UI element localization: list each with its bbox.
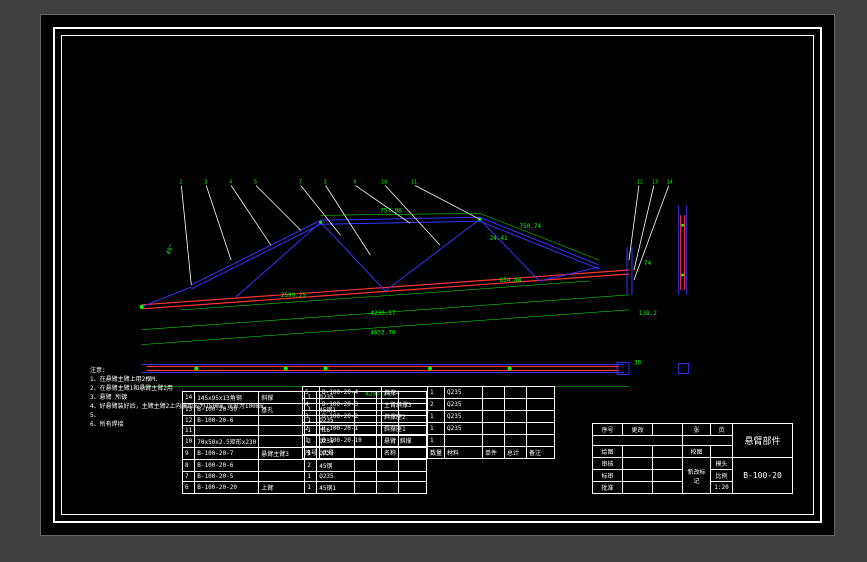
drawing-border-inner: 2 3 4 5 7 3 9 10 11 12 13 14 757.96 750.… bbox=[61, 35, 814, 515]
dim-mid1: 2599.25 bbox=[281, 292, 307, 299]
dim-h2: 74 bbox=[644, 260, 652, 267]
svg-text:3: 3 bbox=[204, 179, 207, 185]
dim-mid3: 4230.57 bbox=[370, 310, 396, 317]
dim-h3: 24.41 bbox=[490, 235, 508, 242]
svg-text:14: 14 bbox=[667, 179, 673, 185]
bom-row: 14145x95x13角钢斜撑1Q235 bbox=[183, 392, 427, 404]
dim-top2: 750.74 bbox=[520, 223, 542, 230]
svg-text:10: 10 bbox=[381, 179, 387, 185]
svg-text:5: 5 bbox=[254, 179, 257, 185]
bom-row: 9B-100-20-7悬臂主臂31Q235 bbox=[183, 448, 427, 460]
svg-text:4: 4 bbox=[229, 179, 232, 185]
bom-row: 13B-100-20-30基孔145钢1 bbox=[183, 404, 427, 416]
bom-row: 1070x50x2.5矩形x2302Q235 bbox=[183, 436, 427, 448]
title-block: 序号 更改 张 页 悬臂部件 绘图 校图 审核 新改标记 模头 B bbox=[592, 423, 793, 494]
svg-text:2: 2 bbox=[179, 179, 182, 185]
svg-text:13: 13 bbox=[652, 179, 658, 185]
drawing-number: B-100-20 bbox=[733, 458, 793, 494]
drawing-border-outer: 2 3 4 5 7 3 9 10 11 12 13 14 757.96 750.… bbox=[53, 27, 822, 523]
svg-text:3: 3 bbox=[324, 179, 327, 185]
dim-angle: 49° bbox=[165, 243, 176, 256]
dim-w1: 30 bbox=[634, 360, 642, 367]
dim-top1: 757.96 bbox=[380, 207, 402, 214]
note-1: 1、在悬臂主臂上用2根M. bbox=[90, 375, 450, 384]
bom-row: 111M16 bbox=[183, 426, 427, 436]
bom-row: 7B-100-20-51Q235 bbox=[183, 472, 427, 482]
dim-bottom: 4633.70 bbox=[370, 330, 396, 337]
svg-text:11: 11 bbox=[411, 179, 417, 185]
bom-table-lower: 14145x95x13角钢斜撑1Q23513B-100-20-30基孔145钢1… bbox=[182, 391, 427, 494]
bom-row: 6B-100-20-20上臂145钢1 bbox=[183, 482, 427, 494]
dim-mid2: 654.88 bbox=[500, 277, 522, 284]
rev-mark-label: 新改标记 bbox=[683, 458, 711, 494]
svg-text:7: 7 bbox=[299, 179, 302, 185]
svg-text:9: 9 bbox=[353, 179, 356, 185]
scale-value: 1:20 bbox=[711, 482, 733, 494]
bom-row: 12B-100-20-61Q235 bbox=[183, 416, 427, 426]
notes-heading: 注意: bbox=[90, 366, 450, 375]
cad-viewport: 2 3 4 5 7 3 9 10 11 12 13 14 757.96 750.… bbox=[40, 14, 835, 536]
dim-h1: 138.2 bbox=[639, 310, 657, 317]
svg-text:12: 12 bbox=[637, 179, 643, 185]
drawing-title: 悬臂部件 bbox=[733, 424, 793, 458]
bom-row: 8B-100-20-6245钢 bbox=[183, 460, 427, 472]
